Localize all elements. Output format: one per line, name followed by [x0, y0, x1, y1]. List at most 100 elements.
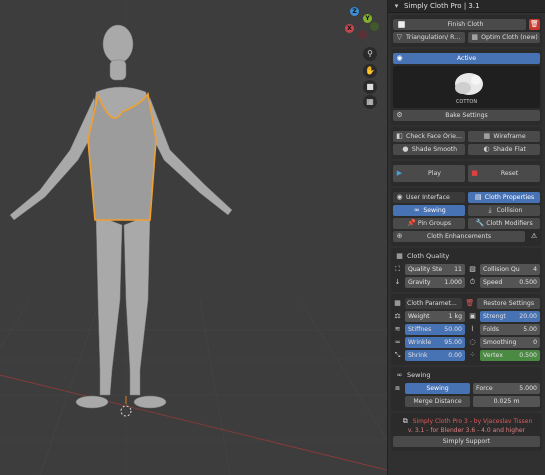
gizmo-neg-x[interactable]: [358, 30, 367, 39]
active-toggle[interactable]: ◉ Active: [393, 53, 540, 64]
wrinkle-icon: ≈: [394, 338, 401, 346]
cloth-icon: ▤: [474, 193, 482, 201]
cloth-enhancements-button[interactable]: ⊕ Cloth Enhancements: [393, 231, 525, 242]
grid-icon: ▦: [471, 33, 478, 41]
cloth-properties-tab[interactable]: ▤ Cloth Properties: [468, 192, 540, 203]
collision-tab[interactable]: ⤓ Collision: [468, 205, 540, 216]
mannequin-figure[interactable]: [0, 0, 387, 475]
face-orientation-icon: ◧: [396, 132, 403, 140]
merge-distance-field[interactable]: 0.025 m: [473, 396, 540, 407]
shade-flat-button[interactable]: ◐ Shade Flat: [468, 144, 540, 155]
cloth-shirt-selected[interactable]: [87, 92, 157, 221]
trash-icon[interactable]: 🗑: [465, 299, 474, 308]
wrinkle-field[interactable]: Wrinkle 95.00: [405, 337, 465, 348]
delete-cloth-button[interactable]: 🗑: [529, 19, 540, 30]
credit-line-2: v. 3.1 - for Blender 3.6 - 4.0 and highe…: [407, 427, 526, 434]
gizmo-z-axis[interactable]: Z: [350, 7, 359, 16]
gizmo-neg-y[interactable]: [370, 22, 379, 31]
force-field[interactable]: Force 5.000: [473, 383, 540, 394]
playback-section: ▶ Play ■ Reset: [391, 161, 542, 186]
gizmo-x-axis[interactable]: X: [345, 24, 354, 33]
strength-field[interactable]: Strengt 20.00: [480, 311, 540, 322]
stiffness-field[interactable]: Stiffnes 50.00: [405, 324, 465, 335]
quality-steps-icon: ⛶: [395, 265, 400, 273]
sewing-icon: ∞: [413, 206, 420, 214]
bake-settings-button[interactable]: ⚙ Bake Settings: [393, 110, 540, 121]
ui-section: ◉ User Interface ▤ Cloth Properties ∞ Se…: [391, 188, 542, 246]
hand-pan-icon[interactable]: ✋: [363, 64, 377, 78]
quality-steps-field[interactable]: Quality Ste 11: [405, 264, 465, 275]
wireframe-button[interactable]: ▦ Wireframe: [468, 131, 540, 142]
restore-settings-button[interactable]: Restore Settings: [477, 298, 540, 309]
wrench-icon: 🔧: [475, 219, 485, 227]
sewing-tool-icon: ⧈: [395, 384, 400, 392]
chevron-down-icon[interactable]: ▾: [392, 2, 401, 11]
material-preview-section: ◉ Active COTTON ⚙ Bake Settings: [391, 49, 542, 125]
eye-icon: ◉: [396, 54, 403, 62]
weight-icon: ⚖: [394, 312, 401, 320]
parameters-icon: ▦: [394, 299, 401, 307]
finish-cloth-button[interactable]: Finish Cloth: [393, 19, 526, 30]
cloth-parameters-section: ▦ Cloth Paramet... 🗑 Restore Settings ⚖ …: [391, 294, 542, 365]
weight-field[interactable]: Weight 1 kg: [405, 311, 465, 322]
credits-section: ⧉ Simply Cloth Pro 3 - by Vjaceslav Tiss…: [391, 413, 542, 451]
collision-quality-field[interactable]: Collision Qu 4: [480, 264, 540, 275]
strength-icon: ▣: [469, 312, 476, 320]
cloth-quality-section: ▦ Cloth Quality ⛶ Quality Ste 11 ▧ Colli…: [391, 248, 542, 292]
quality-icon: ▦: [396, 251, 403, 260]
pin-groups-tab[interactable]: 📌 Pin Groups: [393, 218, 465, 229]
shrink-icon: ⤡: [394, 351, 401, 359]
wireframe-icon: ▦: [483, 132, 491, 140]
warning-icon[interactable]: ⚠: [528, 232, 540, 241]
reset-button[interactable]: ■ Reset: [468, 165, 540, 182]
user-interface-toggle[interactable]: ◉ User Interface: [393, 192, 465, 203]
grid-view-icon[interactable]: ▦: [363, 95, 377, 109]
plus-circle-icon: ⊕: [396, 232, 403, 240]
sewing-section: ∞ Sewing ⧈ Sewing Force 5.000 Merge Dist…: [391, 367, 542, 411]
check-face-orientation-button[interactable]: ◧ Check Face Orienta...: [393, 131, 465, 142]
simply-support-button[interactable]: Simply Support: [393, 436, 540, 447]
3d-viewport[interactable]: Z Y X ⚲ ✋ ■ ▦: [0, 0, 387, 475]
gizmo-y-axis[interactable]: Y: [363, 14, 372, 23]
checkbox-icon: [398, 21, 405, 28]
sphere-smooth-icon: ●: [402, 145, 409, 153]
display-section: ◧ Check Face Orienta... ▦ Wireframe ● Sh…: [391, 127, 542, 159]
smoothing-field[interactable]: Smoothing 0: [480, 337, 540, 348]
smoothing-icon: ◌: [469, 338, 476, 346]
logo-icon: ⧉: [402, 417, 408, 425]
triangulation-remesh-button[interactable]: ▽ Triangulation/ Reme...: [393, 32, 465, 43]
folds-field[interactable]: Folds 5.00: [480, 324, 540, 335]
play-button[interactable]: ▶ Play: [393, 165, 465, 182]
sphere-flat-icon: ◐: [483, 145, 490, 153]
credit-line-1: Simply Cloth Pro 3 - by Vjaceslav Tissen: [412, 418, 533, 425]
speed-field[interactable]: Speed 0.500: [480, 277, 540, 288]
panel-title: Simply Cloth Pro | 3.1: [404, 2, 480, 10]
sewing-button[interactable]: Sewing: [405, 383, 470, 394]
shade-smooth-button[interactable]: ● Shade Smooth: [393, 144, 465, 155]
gravity-field[interactable]: Gravity 1.000: [405, 277, 465, 288]
vertex-field[interactable]: Vertex 0.500: [480, 350, 540, 361]
camera-icon[interactable]: ■: [363, 80, 377, 94]
3d-cursor[interactable]: [120, 405, 132, 417]
vertex-icon: ⁘: [469, 351, 476, 359]
sewing-header: Sewing: [407, 371, 431, 379]
optim-cloth-button[interactable]: ▦ Optim Cloth (new): [468, 32, 540, 43]
material-name: COTTON: [455, 99, 478, 105]
collision-icon: ⤓: [488, 206, 492, 214]
merge-distance-button[interactable]: Merge Distance: [405, 396, 470, 407]
folds-icon: ⌇: [470, 325, 475, 333]
triangle-icon: ▽: [396, 33, 403, 41]
cloth-modifiers-tab[interactable]: 🔧 Cloth Modifiers: [468, 218, 540, 229]
cloth-material-thumbnail[interactable]: COTTON: [393, 66, 540, 108]
zoom-icon[interactable]: ⚲: [363, 47, 377, 61]
cloth-parameters-header: Cloth Paramet...: [405, 298, 463, 309]
pin-icon: 📌: [407, 219, 416, 227]
eye-icon: ◉: [396, 193, 403, 201]
stop-icon: ■: [471, 169, 478, 177]
play-icon: ▶: [396, 169, 403, 177]
shrink-field[interactable]: Shrink 0.00: [405, 350, 465, 361]
main-actions-section: Finish Cloth 🗑 ▽ Triangulation/ Reme... …: [391, 15, 542, 47]
sewing-icon: ∞: [396, 370, 403, 379]
sewing-tab[interactable]: ∞ Sewing: [393, 205, 465, 216]
panel-header[interactable]: ▾ Simply Cloth Pro | 3.1: [388, 0, 545, 13]
